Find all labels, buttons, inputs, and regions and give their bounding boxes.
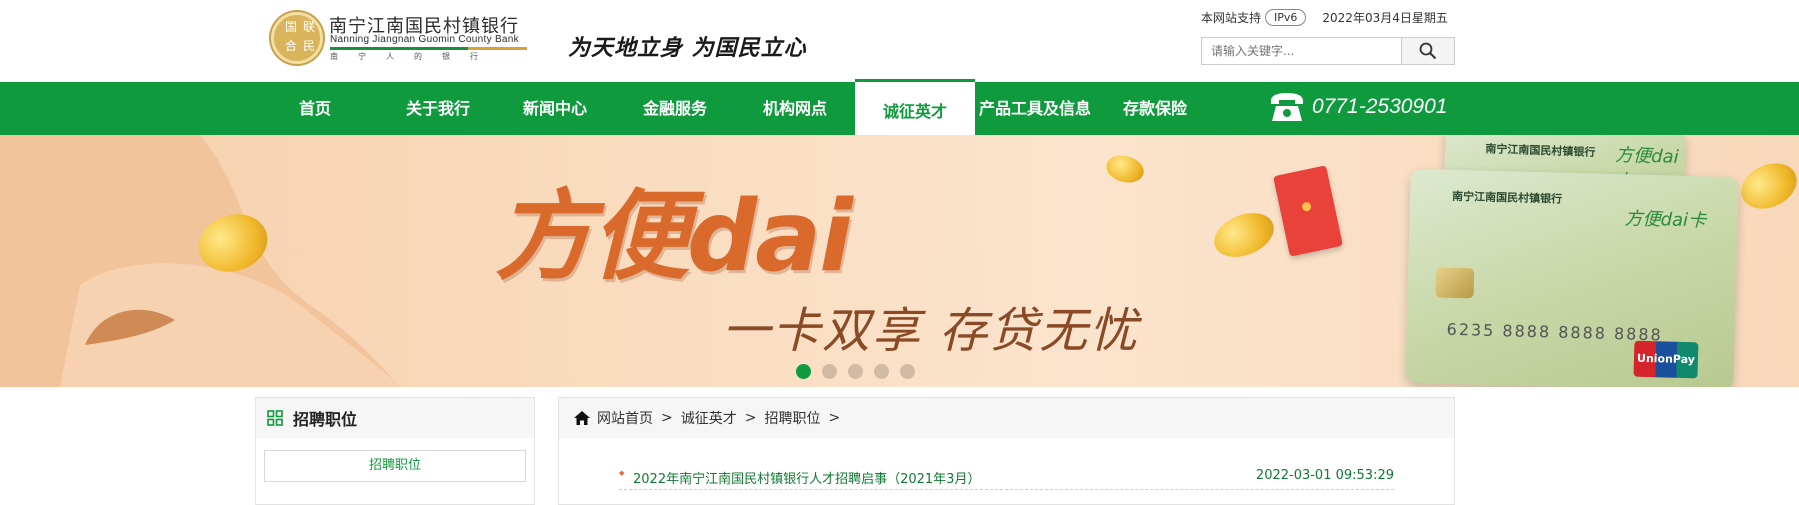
site-slogan: 为天地立身 为国民立心 (568, 36, 807, 61)
card-bank-name: 南宁江南国民村镇银行 (1485, 142, 1596, 160)
breadcrumb: 网站首页 > 诚征英才 > 招聘职位 > (559, 398, 1454, 438)
logo-seal-char: 民 (302, 39, 315, 53)
carousel-dot[interactable] (900, 364, 915, 379)
card-chip-icon (1435, 267, 1475, 299)
banner-title: 方便dai (495, 180, 853, 294)
breadcrumb-separator: > (661, 410, 673, 426)
breadcrumb-jobs[interactable]: 招聘职位 (764, 408, 820, 428)
breadcrumb-home[interactable]: 网站首页 (597, 408, 653, 428)
card-number: 6235 8888 8888 8888 (1446, 319, 1663, 345)
logo-seal-char: 合 (284, 39, 297, 53)
home-icon (574, 411, 590, 425)
card-product-name: 方便dai卡 (1624, 208, 1707, 232)
nav-item-careers[interactable]: 诚征英才 (855, 79, 975, 135)
breadcrumb-separator: > (744, 410, 757, 426)
telephone-icon (1271, 93, 1303, 121)
site-header: 国 联 合 民 南宁江南国民村镇银行 Nanning Jiangnan Guom… (0, 0, 1799, 82)
nav-item-products[interactable]: 产品工具及信息 (975, 82, 1095, 135)
bank-card-front: 南宁江南国民村镇银行 方便dai卡 6235 8888 8888 8888 Un… (1405, 168, 1739, 387)
content-panel: 网站首页 > 诚征英才 > 招聘职位 > 2022年南宁江南国民村镇银行人才招聘… (558, 397, 1455, 505)
carousel-dots (796, 364, 915, 379)
breadcrumb-careers[interactable]: 诚征英才 (681, 408, 737, 428)
card-bank-name: 南宁江南国民村镇银行 (1451, 189, 1563, 206)
nav-item-branches[interactable]: 机构网点 (750, 82, 840, 135)
search-box (1201, 37, 1455, 65)
list-item[interactable]: 2022年南宁江南国民村镇银行人才招聘启事（2021年3月） 2022-03-0… (619, 468, 1394, 490)
hotline: 0771-2530901 (1268, 91, 1447, 123)
current-date: 2022年03月4日星期五 (1322, 11, 1448, 25)
nav-item-about[interactable]: 关于我行 (393, 82, 483, 135)
sidebar-title: 招聘职位 (293, 410, 358, 429)
support-text: 本网站支持 (1201, 11, 1262, 25)
sidebar: 招聘职位 招聘职位 (255, 397, 535, 505)
breadcrumb-separator: > (828, 410, 841, 426)
nav-item-home[interactable]: 首页 (275, 82, 355, 135)
article-title[interactable]: 2022年南宁江南国民村镇银行人才招聘启事（2021年3月） (619, 468, 980, 489)
article-time: 2022-03-01 09:53:29 (1255, 468, 1394, 483)
carousel-dot[interactable] (874, 364, 889, 379)
bank-tagline: 南宁人的银行 (330, 52, 498, 61)
red-envelope-icon (1273, 165, 1343, 257)
bank-logo-icon[interactable]: 国 联 合 民 (271, 12, 323, 64)
search-input[interactable] (1202, 38, 1402, 64)
gold-coin-icon (1103, 151, 1147, 187)
carousel-dot[interactable] (796, 364, 811, 379)
sidebar-header: 招聘职位 (256, 398, 534, 438)
grid-icon (267, 410, 283, 426)
search-icon (1419, 42, 1437, 60)
logo-seal-char: 国 (284, 20, 297, 34)
nav-item-finance[interactable]: 金融服务 (630, 82, 720, 135)
nav-item-deposit-insurance[interactable]: 存款保险 (1110, 82, 1200, 135)
hotline-number: 0771-2530901 (1312, 95, 1448, 118)
banner-subtitle: 一卡双享 存贷无忧 (722, 303, 1140, 359)
sidebar-item-jobs[interactable]: 招聘职位 (264, 450, 526, 482)
carousel-dot[interactable] (822, 364, 837, 379)
gold-coin-icon (1207, 204, 1281, 266)
carousel-dot[interactable] (848, 364, 863, 379)
nav-item-news[interactable]: 新闻中心 (510, 82, 600, 135)
hero-banner[interactable]: 方便dai 一卡双享 存贷无忧 南宁江南国民村镇银行 方便dai卡 南宁江南国民… (0, 135, 1799, 387)
logo-divider (330, 47, 527, 50)
top-info: 本网站支持 IPv6 2022年03月4日星期五 (1201, 9, 1448, 26)
unionpay-logo: UnionPay (1633, 340, 1699, 379)
logo-seal-char: 联 (302, 20, 315, 34)
gold-coin-icon (1733, 154, 1799, 218)
main-nav: 首页 关于我行 新闻中心 金融服务 机构网点 诚征英才 产品工具及信息 存款保险… (0, 79, 1799, 135)
search-button[interactable] (1401, 38, 1454, 64)
bank-name-en: Nanning Jiangnan Guomin County Bank (330, 34, 519, 45)
ipv6-badge: IPv6 (1265, 9, 1307, 26)
